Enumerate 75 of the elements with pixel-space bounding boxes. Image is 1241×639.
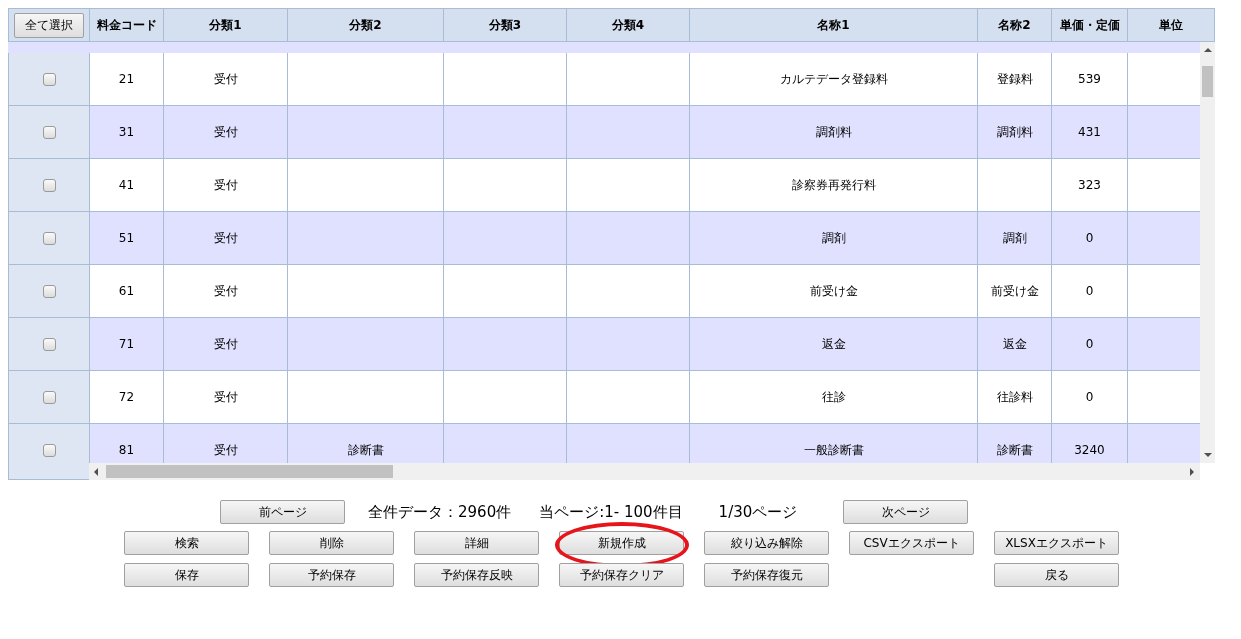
scroll-thumb[interactable] bbox=[106, 465, 393, 478]
cell-text: 調剤料 bbox=[996, 123, 1033, 141]
cell-text: 一般診断書 bbox=[803, 441, 864, 459]
cell-text: 323 bbox=[1078, 178, 1101, 192]
cell-text: 71 bbox=[118, 337, 135, 351]
cell-text: 431 bbox=[1078, 125, 1101, 139]
action-button[interactable]: 詳細 bbox=[414, 531, 539, 555]
page-number: 1/30ページ bbox=[718, 502, 798, 522]
cell-text: 受付 bbox=[213, 229, 238, 247]
cell-text: 受付 bbox=[213, 70, 238, 88]
row-checkbox[interactable] bbox=[42, 231, 56, 245]
horizontal-scrollbar[interactable] bbox=[89, 463, 1200, 480]
cell-text: 返金 bbox=[821, 335, 846, 353]
cell-text: 0 bbox=[1085, 231, 1094, 245]
cell-text: 診察券再発行料 bbox=[791, 176, 876, 194]
cell-text: 21 bbox=[118, 72, 135, 86]
next-page-button[interactable]: 次ページ bbox=[843, 500, 969, 524]
row-checkbox[interactable] bbox=[42, 443, 56, 457]
cell-text: 往診 bbox=[821, 388, 846, 406]
cell-text: 41 bbox=[118, 178, 135, 192]
cell-text: 受付 bbox=[213, 282, 238, 300]
row-checkbox[interactable] bbox=[42, 390, 56, 404]
cell-text: 0 bbox=[1085, 390, 1094, 404]
row-checkbox[interactable] bbox=[42, 72, 56, 86]
action-button[interactable]: 新規作成 bbox=[559, 531, 684, 555]
cell-text: 往診料 bbox=[996, 388, 1033, 406]
action-button[interactable]: CSVエクスポート bbox=[849, 531, 974, 555]
cell-text: 31 bbox=[118, 125, 135, 139]
cell-text: 61 bbox=[118, 284, 135, 298]
action-button[interactable]: 予約保存反映 bbox=[414, 563, 539, 587]
cell-text: 診断書 bbox=[996, 441, 1033, 459]
row-checkbox[interactable] bbox=[42, 178, 56, 192]
cell-text: 51 bbox=[118, 231, 135, 245]
cell-text: 72 bbox=[118, 390, 135, 404]
cell-text: 受付 bbox=[213, 176, 238, 194]
action-button[interactable]: 検索 bbox=[124, 531, 249, 555]
cell-text: 登録料 bbox=[996, 70, 1033, 88]
action-button[interactable]: 保存 bbox=[124, 563, 249, 587]
cell-text: 受付 bbox=[213, 388, 238, 406]
action-button[interactable]: 予約保存復元 bbox=[704, 563, 829, 587]
action-button[interactable]: 削除 bbox=[269, 531, 394, 555]
scroll-up-arrow-icon[interactable] bbox=[1203, 48, 1212, 52]
cell-text: 3240 bbox=[1074, 443, 1105, 457]
vertical-scrollbar[interactable] bbox=[1200, 42, 1215, 463]
row-checkbox[interactable] bbox=[42, 337, 56, 351]
scroll-left-arrow-icon[interactable] bbox=[94, 467, 98, 476]
cell-text: 81 bbox=[118, 443, 135, 457]
page-range: 当ページ:1- 100件目 bbox=[539, 502, 683, 522]
action-button[interactable]: XLSXエクスポート bbox=[994, 531, 1119, 555]
cell-text: 受付 bbox=[213, 441, 238, 459]
cell-text: 診断書 bbox=[347, 441, 384, 459]
cell-text: カルテデータ登録料 bbox=[779, 70, 888, 88]
cell-text: 返金 bbox=[1002, 335, 1027, 353]
cell-text: 調剤 bbox=[1002, 229, 1027, 247]
cell-text: 調剤料 bbox=[815, 123, 852, 141]
scroll-right-arrow-icon[interactable] bbox=[1190, 467, 1194, 476]
total-count: 全件データ：2960件 bbox=[368, 502, 512, 522]
row-checkbox[interactable] bbox=[42, 125, 56, 139]
cell-text: 受付 bbox=[213, 123, 238, 141]
cell-text: 調剤 bbox=[821, 229, 846, 247]
cell-text: 前受け金 bbox=[809, 282, 858, 300]
cell-text: 0 bbox=[1085, 284, 1094, 298]
scroll-thumb[interactable] bbox=[1202, 66, 1213, 97]
scroll-down-arrow-icon[interactable] bbox=[1203, 453, 1212, 457]
cell-text: 539 bbox=[1078, 72, 1101, 86]
previous-page-button[interactable]: 前ページ bbox=[220, 500, 345, 524]
action-button[interactable]: 予約保存 bbox=[269, 563, 394, 587]
action-button[interactable]: 絞り込み解除 bbox=[704, 531, 829, 555]
cell-text: 受付 bbox=[213, 335, 238, 353]
action-button[interactable]: 戻る bbox=[994, 563, 1119, 587]
cell-text: 前受け金 bbox=[990, 282, 1039, 300]
select-all-button[interactable]: 全て選択 bbox=[14, 12, 84, 38]
row-checkbox[interactable] bbox=[42, 284, 56, 298]
action-button[interactable]: 予約保存クリア bbox=[559, 563, 684, 587]
cell-text: 0 bbox=[1085, 337, 1094, 351]
